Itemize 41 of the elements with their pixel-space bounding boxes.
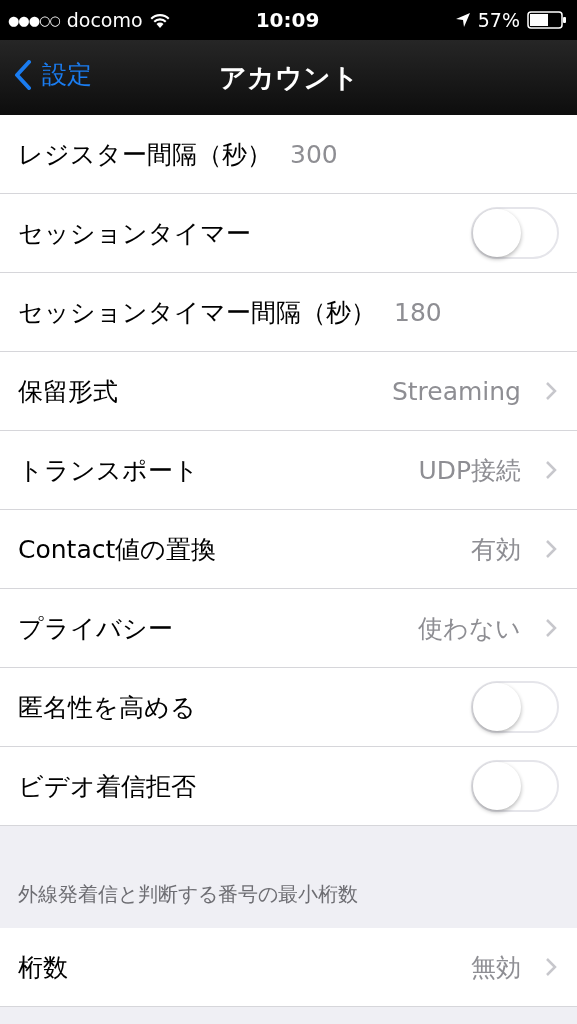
battery-percent: 57% bbox=[477, 9, 520, 31]
row-label: セッションタイマー bbox=[18, 217, 251, 250]
row-label: ビデオ着信拒否 bbox=[18, 770, 196, 803]
row-label: レジスター間隔（秒） bbox=[18, 138, 272, 171]
chevron-icon bbox=[545, 957, 557, 977]
chevron-icon bbox=[545, 539, 557, 559]
row-value: 無効 bbox=[471, 951, 521, 984]
location-arrow-icon bbox=[454, 12, 471, 28]
row-value: 使わない bbox=[418, 612, 521, 645]
row-value: 有効 bbox=[471, 533, 521, 566]
chevron-icon bbox=[545, 460, 557, 480]
battery-icon bbox=[527, 11, 567, 29]
chevron-icon bbox=[545, 381, 557, 401]
signal-strength: ●●●○○ bbox=[8, 12, 60, 28]
row-label: セッションタイマー間隔（秒） bbox=[18, 296, 376, 329]
settings-row[interactable]: 桁数 無効 bbox=[0, 928, 577, 1007]
toggle-switch[interactable] bbox=[471, 207, 559, 259]
clock-time: 10:09 bbox=[255, 8, 320, 32]
row-label: Contact値の置換 bbox=[18, 533, 217, 566]
settings-row[interactable]: Contact値の置換 有効 bbox=[0, 510, 577, 589]
section-header: 外線発着信と判断する番号の最小桁数 bbox=[18, 881, 358, 908]
chevron-icon bbox=[545, 618, 557, 638]
row-label: 匿名性を高める bbox=[18, 691, 196, 724]
settings-row[interactable]: 保留形式 Streaming bbox=[0, 352, 577, 431]
row-value: 180 bbox=[394, 297, 442, 327]
row-label: 保留形式 bbox=[18, 375, 118, 408]
toggle-switch[interactable] bbox=[471, 681, 559, 733]
wifi-icon bbox=[149, 12, 170, 28]
row-label: プライバシー bbox=[18, 612, 173, 645]
row-label: トランスポート bbox=[18, 454, 199, 487]
carrier-name: docomo bbox=[66, 9, 143, 31]
row-label: 桁数 bbox=[18, 951, 68, 984]
settings-row[interactable]: プライバシー 使わない bbox=[0, 589, 577, 668]
row-value: UDP接続 bbox=[418, 454, 521, 487]
back-button[interactable]: 設定 bbox=[14, 58, 92, 91]
back-chevron-icon bbox=[14, 59, 32, 90]
screen-title: アカウント bbox=[218, 60, 359, 95]
row-value: 300 bbox=[290, 139, 338, 169]
row-value: Streaming bbox=[391, 376, 521, 406]
toggle-switch[interactable] bbox=[471, 760, 559, 812]
settings-row[interactable]: トランスポート UDP接続 bbox=[0, 431, 577, 510]
